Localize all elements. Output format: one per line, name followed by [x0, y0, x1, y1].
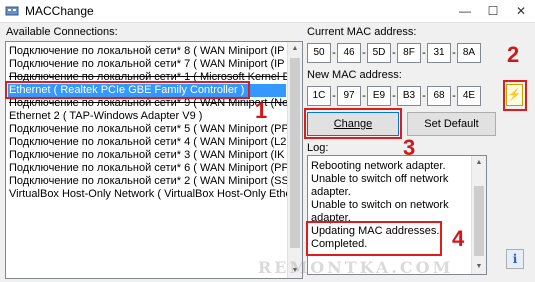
current-mac-octet-6[interactable]: 8A	[457, 43, 481, 63]
new-mac-octet-5[interactable]: 68	[427, 86, 451, 106]
app-icon	[5, 6, 19, 16]
connection-item[interactable]: Подключение по локальной сети* 3 ( WAN M…	[8, 149, 289, 162]
window-title: MACChange	[25, 4, 94, 18]
connection-item[interactable]: Подключение по локальной сети* 5 ( WAN M…	[8, 123, 289, 136]
log-scroll-thumb[interactable]	[474, 186, 484, 256]
log-scroll-up-icon[interactable]: ▲	[472, 156, 486, 170]
log-line: adapter.	[311, 186, 351, 198]
highlight-generate-button	[503, 80, 527, 111]
log-label: Log:	[307, 142, 329, 154]
scroll-thumb[interactable]	[290, 58, 300, 248]
connection-item[interactable]: Подключение по локальной сети* 4 ( WAN M…	[8, 136, 289, 149]
connection-item[interactable]: Подключение по локальной сети* 8 ( WAN M…	[8, 45, 289, 58]
new-mac-octet-2[interactable]: 97	[337, 86, 361, 106]
maximize-button[interactable]: ☐	[479, 0, 507, 22]
connection-item[interactable]: Подключение по локальной сети* 6 ( WAN M…	[8, 162, 289, 175]
log-line: Unable to switch off network	[311, 173, 449, 185]
current-mac-octet-1[interactable]: 50	[307, 43, 331, 63]
minimize-button[interactable]: —	[451, 0, 479, 22]
connection-item[interactable]: VirtualBox Host-Only Network ( VirtualBo…	[8, 188, 289, 201]
connections-list[interactable]: Подключение по локальной сети* 8 ( WAN M…	[5, 41, 303, 279]
new-mac-octet-3[interactable]: E9	[367, 86, 391, 106]
set-default-button-label: Set Default	[424, 118, 479, 130]
current-mac-octet-5[interactable]: 31	[427, 43, 451, 63]
connection-item[interactable]: Подключение по локальной сети* 7 ( WAN M…	[8, 58, 289, 71]
title-bar: MACChange — ☐ ✕	[0, 0, 535, 23]
log-line: Rebooting network adapter.	[311, 160, 446, 172]
connections-scrollbar[interactable]: ▲ ▼	[287, 42, 302, 278]
new-mac-octet-1[interactable]: 1C	[307, 86, 331, 106]
annotation-number-1: 1	[255, 98, 268, 123]
current-mac-octet-2[interactable]: 46	[337, 43, 361, 63]
log-line: Unable to switch on network	[311, 199, 449, 211]
log-scrollbar[interactable]: ▲ ▼	[471, 156, 486, 274]
annotation-number-4: 4	[452, 226, 465, 251]
info-button[interactable]: i	[506, 249, 524, 269]
highlight-change-button	[304, 108, 402, 139]
new-mac-octet-4[interactable]: B3	[397, 86, 421, 106]
current-mac-label: Current MAC address:	[307, 26, 417, 38]
connection-item[interactable]: Подключение по локальной сети* 2 ( WAN M…	[8, 175, 289, 188]
annotation-number-3: 3	[403, 135, 416, 160]
new-mac-octet-6[interactable]: 4E	[457, 86, 481, 106]
highlight-log-result	[306, 221, 442, 256]
log-scroll-down-icon[interactable]: ▼	[472, 260, 486, 274]
set-default-button[interactable]: Set Default	[407, 112, 496, 136]
current-mac-octet-4[interactable]: 8F	[397, 43, 421, 63]
annotation-number-2: 2	[507, 42, 520, 67]
new-mac-label: New MAC address:	[307, 69, 402, 81]
close-button[interactable]: ✕	[507, 0, 535, 22]
current-mac-octet-3[interactable]: 5D	[367, 43, 391, 63]
highlight-ethernet-adapter	[5, 81, 250, 99]
connections-label: Available Connections:	[6, 26, 118, 38]
scroll-up-icon[interactable]: ▲	[288, 42, 302, 56]
log-textarea[interactable]: Rebooting network adapter. Unable to swit…	[307, 155, 487, 275]
connection-item[interactable]: Ethernet 2 ( TAP-Windows Adapter V9 )	[8, 110, 289, 123]
watermark: REMONTKA.COM	[258, 258, 454, 277]
